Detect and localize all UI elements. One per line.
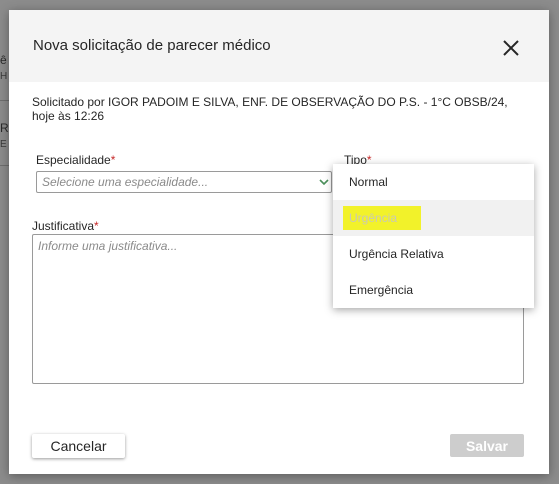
option-label: Normal bbox=[349, 175, 388, 189]
background-text: ê bbox=[0, 53, 7, 67]
background-text: R bbox=[0, 121, 9, 135]
dialog-title: Nova solicitação de parecer médico bbox=[33, 37, 271, 54]
specialty-label: Especialidade* bbox=[36, 153, 115, 167]
option-label: Urgência Relativa bbox=[349, 247, 444, 261]
justification-placeholder: Informe uma justificativa... bbox=[38, 239, 178, 253]
justification-label-text: Justificativa bbox=[32, 219, 95, 233]
background-text: H bbox=[0, 71, 8, 82]
required-mark: * bbox=[94, 219, 99, 233]
cancel-button[interactable]: Cancelar bbox=[32, 434, 125, 458]
background-text: E bbox=[0, 139, 7, 150]
type-dropdown-menu: Normal Urgência Urgência Relativa Emergê… bbox=[333, 164, 534, 308]
type-option-urgencia[interactable]: Urgência bbox=[333, 200, 534, 236]
specialty-label-text: Especialidade bbox=[36, 153, 111, 167]
option-label: Urgência bbox=[349, 211, 398, 225]
required-mark: * bbox=[110, 153, 116, 167]
type-option-normal[interactable]: Normal bbox=[333, 164, 534, 200]
type-option-urgencia-relativa[interactable]: Urgência Relativa bbox=[333, 236, 534, 272]
option-label: Emergência bbox=[349, 283, 414, 297]
save-button[interactable]: Salvar bbox=[450, 434, 524, 457]
requested-by-text: Solicitado por IGOR PADOIM E SILVA, ENF.… bbox=[32, 95, 508, 123]
close-icon bbox=[503, 40, 519, 56]
close-button[interactable] bbox=[500, 37, 522, 59]
specialty-placeholder: Selecione uma especialidade... bbox=[42, 175, 209, 189]
justification-label: Justificativa* bbox=[32, 219, 99, 233]
dialog-header: Nova solicitação de parecer médico bbox=[9, 10, 549, 82]
chevron-down-icon bbox=[319, 179, 329, 186]
type-option-emergencia[interactable]: Emergência bbox=[333, 272, 534, 308]
specialty-select[interactable]: Selecione uma especialidade... bbox=[36, 171, 332, 193]
